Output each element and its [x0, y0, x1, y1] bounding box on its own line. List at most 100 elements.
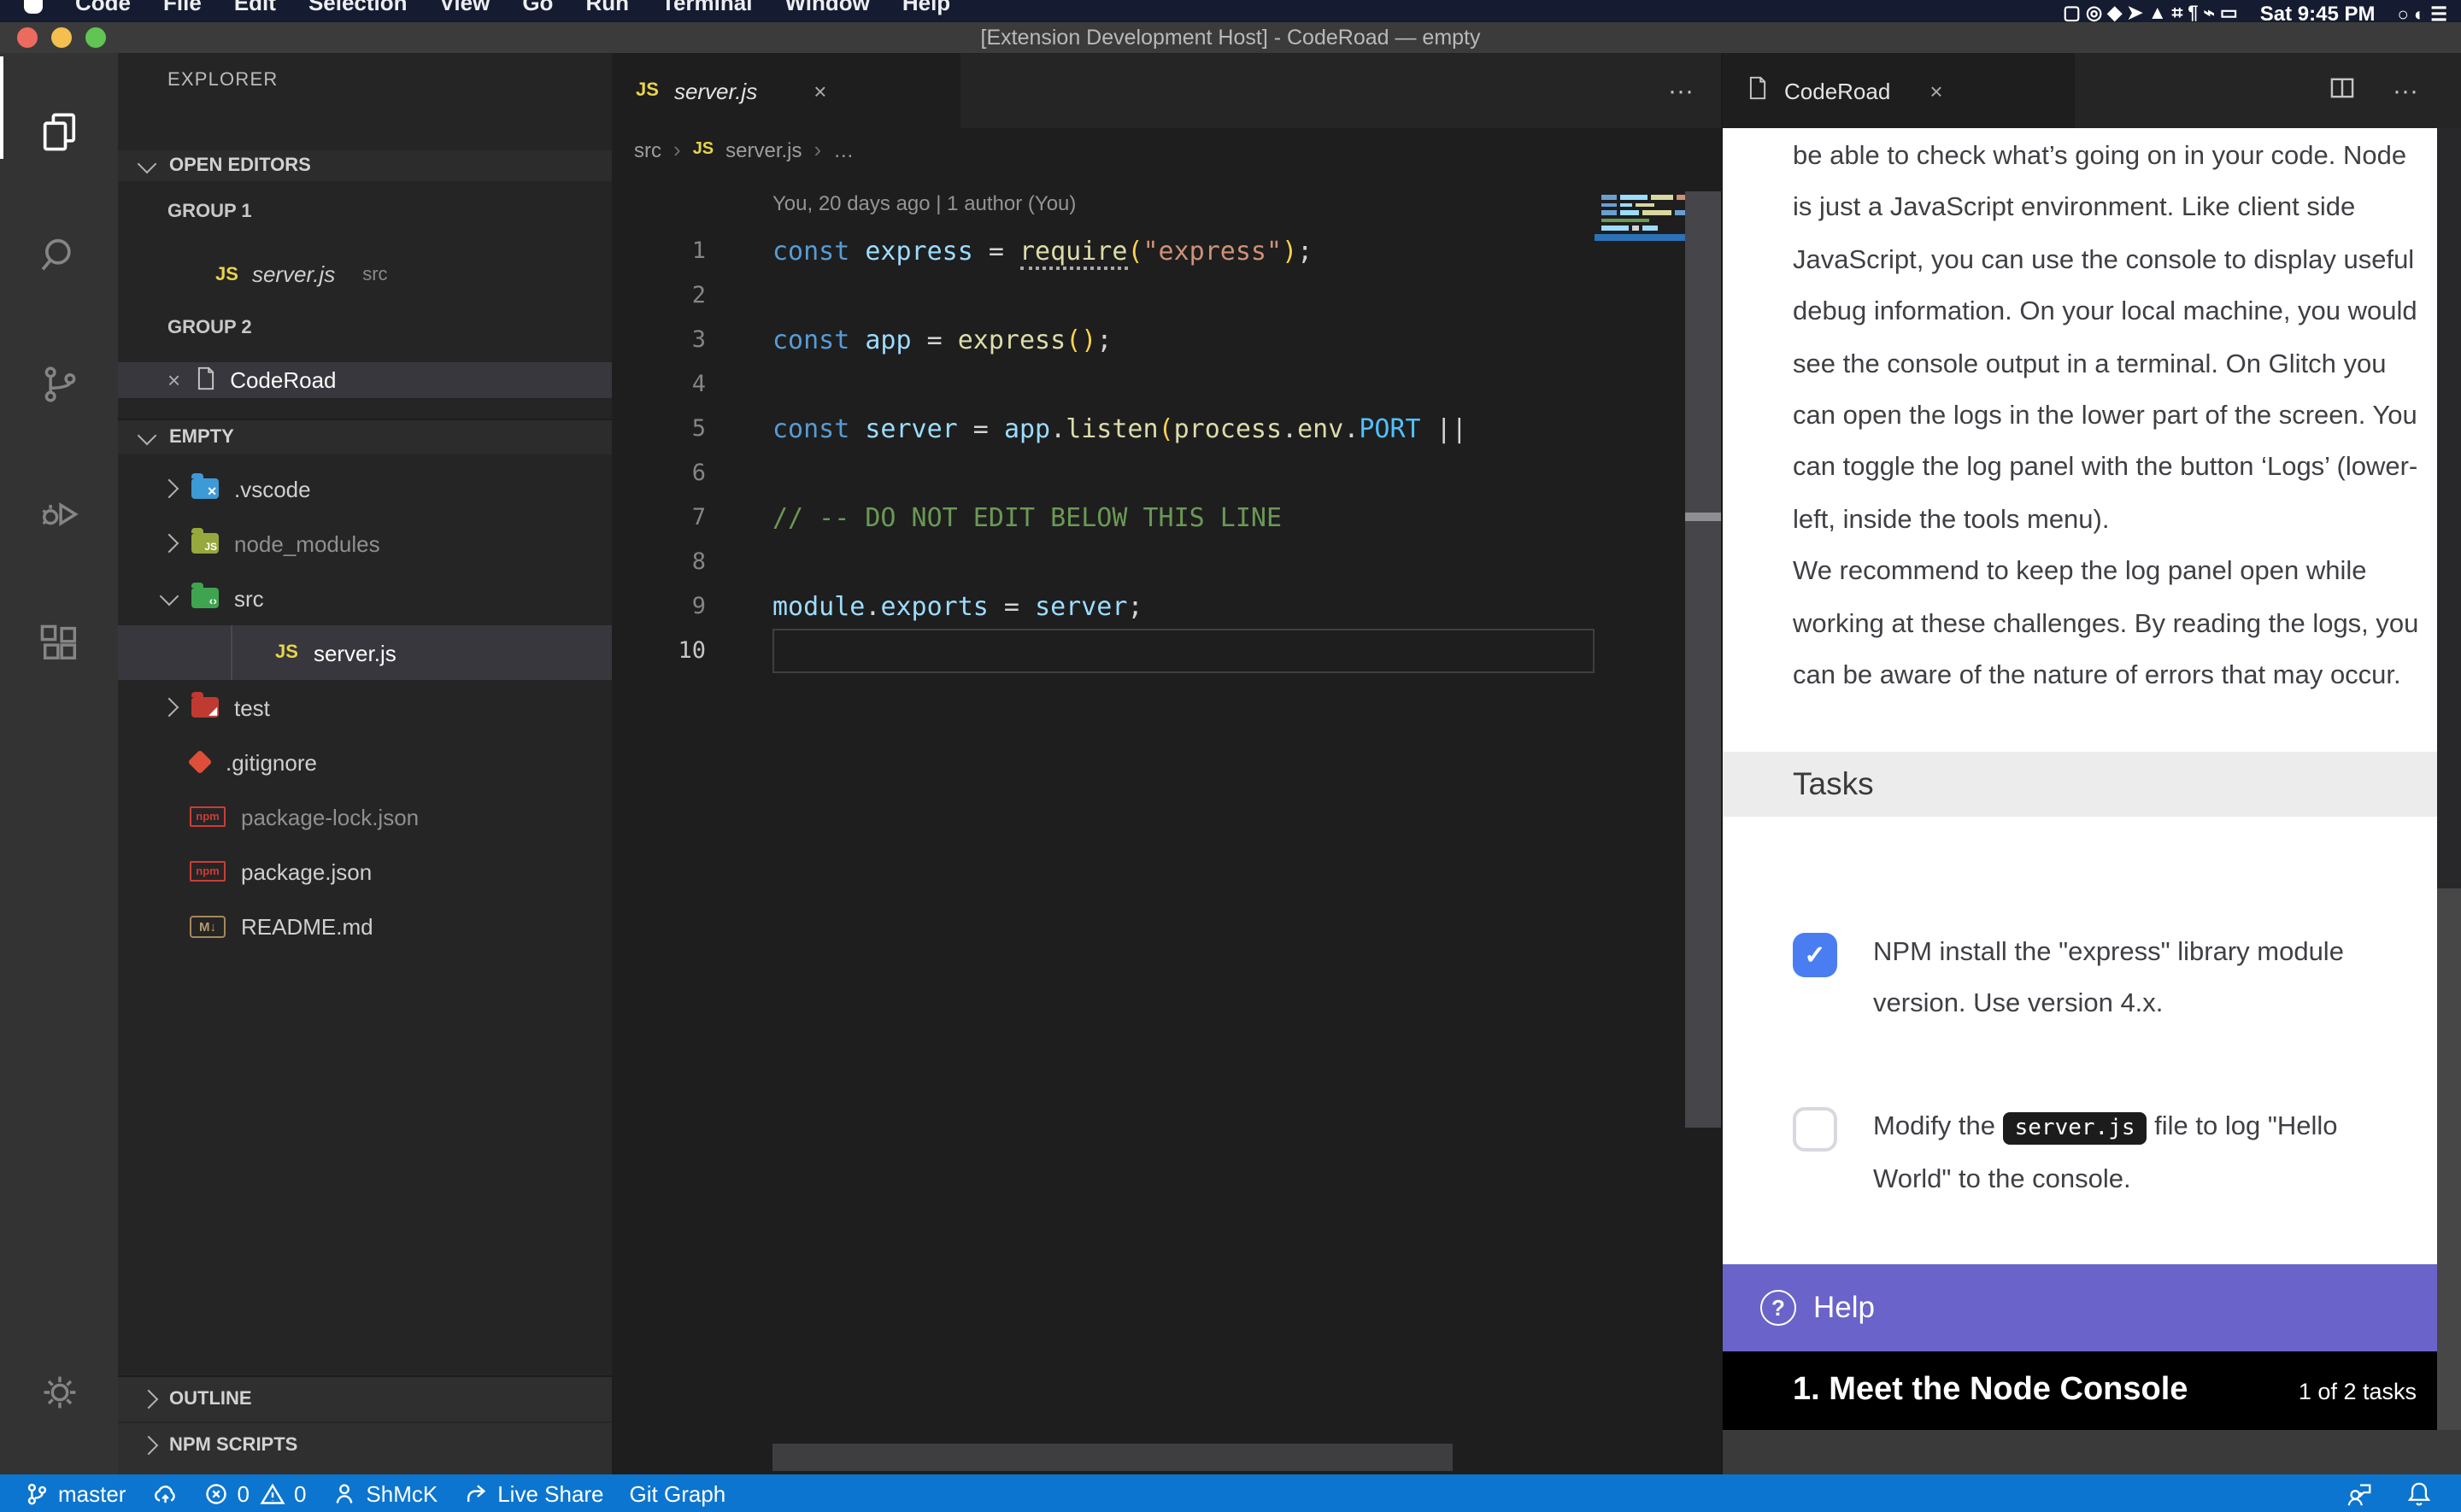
tree-item-node_modules[interactable]: JSnode_modules [118, 516, 612, 571]
menu-code[interactable]: Code [75, 0, 131, 15]
tree-item-src[interactable]: ‹›src [118, 571, 612, 625]
apple-menu-icon[interactable] [24, 0, 43, 13]
breadcrumb-item[interactable]: … [833, 138, 854, 161]
status-sync[interactable] [151, 1480, 177, 1506]
code-line-1[interactable]: 1const express = require("express"); [612, 229, 1595, 273]
menu-terminal[interactable]: Terminal [661, 0, 752, 15]
open-editor-item-coderoad[interactable]: ×CodeRoad [118, 362, 612, 398]
chevron-right-icon [160, 534, 179, 554]
npm-scripts-label: NPM SCRIPTS [169, 1435, 297, 1456]
menu-view[interactable]: View [440, 0, 490, 15]
tree-item-package-json[interactable]: npmpackage.json [118, 844, 612, 899]
zoom-window-button[interactable] [85, 27, 106, 48]
webview-scrollbar-track[interactable] [2437, 128, 2461, 1430]
status-0[interactable]: 0 [260, 1480, 306, 1506]
help-bar[interactable]: ? Help [1723, 1264, 2437, 1351]
status-live-share[interactable]: Live Share [463, 1480, 603, 1506]
tree-item-test[interactable]: ◢test [118, 680, 612, 735]
menu-selection[interactable]: Selection [308, 0, 408, 15]
code-line-3[interactable]: 3const app = express(); [612, 318, 1595, 362]
close-window-button[interactable] [17, 27, 38, 48]
codelens-annotation[interactable]: You, 20 days ago | 1 author (You) [772, 191, 1595, 229]
task-text: Modify the server.js file to log "Hello … [1873, 1102, 2365, 1206]
code-text: const app = express(); [772, 318, 1112, 362]
tree-item--vscode[interactable]: ✕.vscode [118, 461, 612, 516]
editor-actions: ··· [1668, 53, 1694, 128]
activity-extensions-icon[interactable] [0, 589, 118, 699]
menu-go[interactable]: Go [522, 0, 553, 15]
more-actions-icon[interactable]: ··· [2393, 76, 2418, 105]
lesson-title: 1. Meet the Node Console [1793, 1372, 2188, 1409]
close-tab-icon[interactable]: × [813, 79, 826, 102]
menu-help[interactable]: Help [902, 0, 950, 15]
open-editors-section-header[interactable]: OPEN EDITORS [118, 150, 612, 181]
tree-item-label: src [234, 585, 264, 611]
code-line-6[interactable]: 6 [612, 451, 1595, 495]
activity-source-control-icon[interactable] [0, 330, 118, 439]
settings-gear-icon[interactable] [0, 1338, 118, 1447]
help-label: Help [1813, 1290, 1875, 1326]
task-text: NPM install the "express" library module… [1873, 928, 2365, 1030]
webview-content: be able to check what’s going on in your… [1723, 128, 2437, 1264]
activity-run-debug-icon[interactable] [0, 460, 118, 569]
test-folder-icon: ◢ [191, 697, 219, 718]
menu-file[interactable]: File [163, 0, 202, 15]
task-checkbox-unchecked[interactable] [1793, 1107, 1837, 1152]
code-line-8[interactable]: 8 [612, 540, 1595, 584]
more-actions-icon[interactable]: ··· [1668, 76, 1694, 105]
status-0[interactable]: 0 [203, 1480, 249, 1506]
minimize-window-button[interactable] [51, 27, 72, 48]
tree-item-server-js[interactable]: JSserver.js [118, 625, 612, 680]
menu-run[interactable]: Run [585, 0, 629, 15]
editor-horizontal-scrollbar[interactable] [772, 1444, 1453, 1471]
close-editor-icon[interactable]: × [167, 369, 180, 391]
npm-icon: npm [190, 806, 226, 827]
code-text: // -- DO NOT EDIT BELOW THIS LINE [772, 495, 1282, 540]
menubar-status-icons[interactable]: ▢ ◎ ◆ ➤ ▲ ⌗ ¶ ⌁ ▭ [2063, 2, 2238, 22]
breadcrumb: src›JSserver.js›… [612, 128, 1743, 171]
lesson-bar[interactable]: 1. Meet the Node Console 1 of 2 tasks [1723, 1351, 2437, 1430]
code-line-9[interactable]: 9module.exports = server; [612, 584, 1595, 629]
tab-server-js[interactable]: JS server.js × [612, 53, 960, 128]
webview-scrollbar-thumb[interactable] [2437, 128, 2461, 888]
open-editor-item-server-js[interactable]: JSserver.jssrc [118, 256, 612, 292]
tasks-header: Tasks [1723, 752, 2437, 817]
activity-explorer-icon[interactable] [0, 77, 118, 186]
tree-item-package-lock-json[interactable]: npmpackage-lock.json [118, 789, 612, 844]
code-line-10[interactable]: 10 [612, 629, 1595, 673]
minimap[interactable] [1595, 191, 1685, 1251]
tree-item-readme-md[interactable]: M↓README.md [118, 899, 612, 953]
menubar-extra-icons[interactable]: ○ ◐ ☰ [2397, 3, 2447, 22]
split-editor-icon[interactable] [2329, 76, 2355, 105]
line-number: 7 [612, 495, 706, 540]
status-feedback-icon[interactable] [2345, 1479, 2374, 1508]
code-line-7[interactable]: 7 // -- DO NOT EDIT BELOW THIS LINE [612, 495, 1595, 540]
inline-code-chip: server.js [2003, 1112, 2147, 1145]
code-line-2[interactable]: 2 [612, 273, 1595, 318]
breadcrumb-item[interactable]: src [634, 138, 661, 161]
status-git-graph[interactable]: Git Graph [630, 1480, 726, 1506]
breadcrumb-item[interactable]: server.js [725, 138, 802, 161]
lesson-progress: 1 of 2 tasks [2299, 1378, 2417, 1404]
coderoad-webview: be able to check what’s going on in your… [1723, 128, 2461, 1474]
open-editors-group-label: GROUP 2 [167, 318, 252, 338]
menubar-clock[interactable]: Sat 9:45 PM [2260, 2, 2376, 22]
js-file-icon: JS [636, 80, 659, 101]
tree-item--gitignore[interactable]: .gitignore [118, 735, 612, 789]
menu-window[interactable]: Window [784, 0, 869, 15]
folder-section-header[interactable]: EMPTY [118, 419, 612, 454]
outline-section-header[interactable]: OUTLINE [118, 1377, 612, 1421]
status-bell-icon[interactable] [2405, 1479, 2434, 1508]
menu-edit[interactable]: Edit [234, 0, 276, 15]
status-shmck[interactable]: ShMcK [332, 1480, 438, 1506]
code-line-5[interactable]: 5const server = app.listen(process.env.P… [612, 407, 1595, 451]
npm-scripts-section-header[interactable]: NPM SCRIPTS [118, 1421, 612, 1468]
activity-search-icon[interactable] [0, 200, 118, 309]
code-editor[interactable]: You, 20 days ago | 1 author (You) 1const… [612, 171, 1595, 1387]
status-master[interactable]: master [24, 1480, 126, 1506]
tab-coderoad[interactable]: CodeRoad × [1723, 53, 2075, 128]
close-tab-icon[interactable]: × [1929, 79, 1942, 102]
task-checkbox-checked[interactable]: ✓ [1793, 933, 1837, 977]
editor-vertical-scrollbar[interactable] [1685, 191, 1721, 1128]
code-line-4[interactable]: 4 [612, 362, 1595, 407]
